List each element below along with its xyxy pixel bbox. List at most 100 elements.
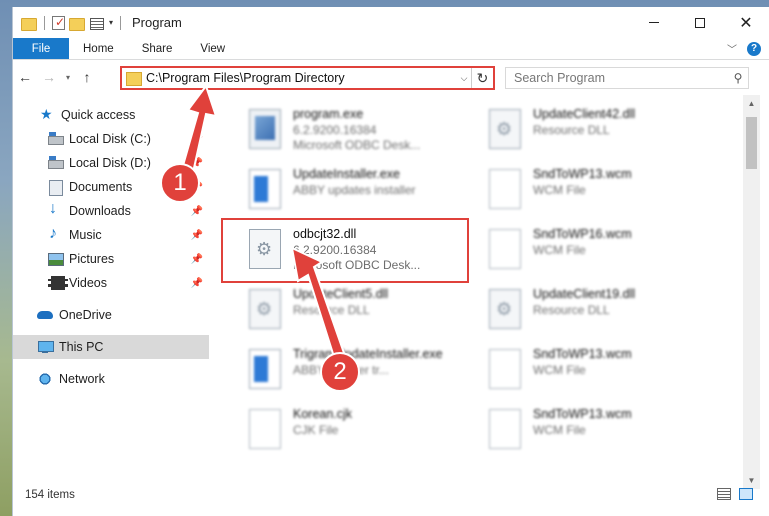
dll-file-icon [489, 109, 521, 149]
properties-check-icon[interactable] [52, 15, 65, 30]
minimize-icon [649, 22, 659, 23]
sidebar-item-label: Videos [69, 276, 107, 290]
scrollbar-thumb[interactable] [746, 117, 757, 169]
window-title: Program [132, 15, 182, 30]
ribbon-tabs: File Home Share View ﹀ ? [13, 38, 769, 60]
pin-icon[interactable]: 📌 [191, 134, 203, 145]
item-count: 154 items [25, 489, 75, 501]
dll-file-icon [249, 289, 281, 329]
toolbar-divider [44, 15, 45, 30]
ribbon-right-controls: ﹀ ? [727, 41, 761, 56]
sidebar-item-quick-access[interactable]: Quick access [13, 103, 209, 127]
address-dropdown-chevron-icon[interactable]: ⌵ [457, 73, 471, 84]
music-icon [47, 225, 63, 243]
maximize-icon [695, 17, 705, 28]
vertical-scrollbar[interactable]: ▲ ▼ [743, 95, 760, 489]
file-type: Resource DLL [533, 123, 610, 137]
title-bar: ▾ Program ✕ [13, 7, 769, 38]
tab-view[interactable]: View [186, 38, 239, 59]
file-name: UpdateClient5.dll [293, 287, 389, 301]
file-name: Korean.cjk [293, 407, 353, 421]
folder-icon [126, 71, 142, 86]
installer-file-icon [249, 169, 281, 209]
pin-icon[interactable]: 📌 [191, 254, 203, 265]
properties-icon[interactable] [89, 16, 105, 30]
customize-toolbar-chevron-icon[interactable]: ▾ [109, 18, 113, 27]
sidebar-item-network[interactable]: Network [13, 367, 209, 391]
network-icon [37, 371, 53, 387]
address-path[interactable]: C:\Program Files\Program Directory [146, 71, 457, 85]
sidebar-item-onedrive[interactable]: OneDrive [13, 303, 209, 327]
file-description: Microsoft ODBC Desk... [293, 138, 421, 152]
new-folder-icon[interactable] [69, 16, 85, 31]
file-item[interactable]: SndToWP13.wcm WCM File [481, 403, 721, 457]
file-name: UpdateClient42.dll [533, 107, 636, 121]
file-name: SndToWP16.wcm [533, 227, 632, 241]
sidebar-item-label: Downloads [69, 204, 131, 218]
step-callout-2: 2 [320, 352, 360, 392]
file-item[interactable]: UpdateClient5.dll Resource DLL [241, 283, 481, 337]
expand-ribbon-chevron-icon[interactable]: ﹀ [727, 41, 737, 56]
sidebar-item-music[interactable]: Music 📌 [13, 223, 209, 247]
recent-locations-chevron-icon[interactable]: ▾ [61, 73, 75, 82]
installer-file-icon [249, 349, 281, 389]
file-item[interactable]: TrigramUpdateInstaller.exe ABBY updater … [241, 343, 481, 397]
exe-file-icon [249, 109, 281, 149]
star-icon [39, 106, 55, 123]
disk-icon [47, 155, 64, 171]
file-type: WCM File [533, 243, 586, 257]
address-bar[interactable]: C:\Program Files\Program Directory ⌵ ↻ [120, 66, 495, 90]
maximize-button[interactable] [677, 7, 723, 38]
sidebar-item-label: OneDrive [59, 308, 112, 322]
file-item[interactable]: UpdateClient19.dll Resource DLL [481, 283, 721, 337]
details-view-icon[interactable] [717, 488, 731, 500]
search-input[interactable]: Search Program ⚲ [505, 67, 749, 89]
status-bar: 154 items [13, 481, 769, 509]
sidebar-item-pictures[interactable]: Pictures 📌 [13, 247, 209, 271]
address-row: ← → ▾ ↑ C:\Program Files\Program Directo… [13, 60, 769, 94]
file-item[interactable]: SndToWP13.wcm WCM File [481, 343, 721, 397]
sidebar-item-this-pc[interactable]: This PC [13, 335, 209, 359]
search-icon[interactable]: ⚲ [728, 71, 748, 85]
file-type: CJK File [293, 423, 339, 437]
file-name: UpdateInstaller.exe [293, 167, 401, 181]
document-icon [47, 179, 63, 196]
close-button[interactable]: ✕ [723, 7, 769, 38]
sidebar-item-label: Local Disk (C:) [69, 132, 151, 146]
folder-icon [21, 16, 37, 31]
file-list: program.exe 6.2.9200.16384 Microsoft ODB… [209, 95, 743, 489]
refresh-icon[interactable]: ↻ [471, 68, 493, 88]
close-icon: ✕ [739, 14, 753, 32]
file-item[interactable]: UpdateClient42.dll Resource DLL [481, 103, 721, 157]
back-arrow-icon[interactable]: ← [13, 69, 37, 85]
scroll-up-icon[interactable]: ▲ [743, 95, 760, 112]
sidebar-item-videos[interactable]: Videos 📌 [13, 271, 209, 295]
help-icon[interactable]: ? [747, 41, 761, 56]
file-item[interactable]: program.exe 6.2.9200.16384 Microsoft ODB… [241, 103, 481, 157]
file-type: Resource DLL [293, 303, 370, 317]
sidebar-item-label: Network [59, 372, 105, 386]
tab-file[interactable]: File [13, 38, 69, 59]
file-type: WCM File [533, 423, 586, 437]
sidebar-item-local-disk-c[interactable]: Local Disk (C:) 📌 [13, 127, 209, 151]
pin-icon[interactable]: 📌 [191, 230, 203, 241]
file-name: TrigramUpdateInstaller.exe [293, 347, 443, 361]
file-item[interactable]: SndToWP16.wcm WCM File [481, 223, 721, 277]
file-item[interactable]: SndToWP13.wcm WCM File [481, 163, 721, 217]
pin-icon[interactable]: 📌 [191, 206, 203, 217]
forward-arrow-icon[interactable]: → [37, 69, 61, 85]
download-icon [47, 200, 63, 219]
file-name: program.exe [293, 107, 364, 121]
minimize-button[interactable] [631, 7, 677, 38]
tab-home[interactable]: Home [69, 38, 128, 59]
tab-share[interactable]: Share [128, 38, 187, 59]
file-item[interactable]: UpdateInstaller.exe ABBY updates install… [241, 163, 481, 217]
file-item[interactable]: Korean.cjk CJK File [241, 403, 481, 457]
pc-icon [37, 339, 54, 355]
cloud-icon [37, 307, 53, 323]
up-arrow-icon[interactable]: ↑ [75, 69, 99, 85]
pin-icon[interactable]: 📌 [191, 278, 203, 289]
large-icons-view-icon[interactable] [739, 488, 753, 500]
generic-file-icon [489, 349, 521, 389]
generic-file-icon [249, 409, 281, 449]
